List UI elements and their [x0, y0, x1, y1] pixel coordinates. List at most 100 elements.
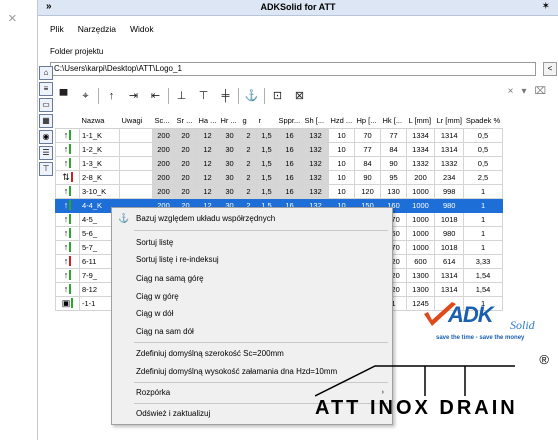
table-cell[interactable]: 2-8_K — [79, 169, 120, 185]
table-cell[interactable]: 1000 — [406, 183, 435, 199]
table-cell[interactable]: 20 — [174, 141, 197, 157]
column-header[interactable]: Hk [... — [380, 114, 407, 129]
table-cell[interactable]: 0,5 — [463, 141, 503, 157]
table-cell[interactable]: 1314 — [433, 127, 465, 143]
database-icon[interactable]: ≡ — [39, 82, 53, 96]
table-cell[interactable]: 0,5 — [463, 127, 503, 143]
table-cell[interactable]: 90 — [380, 155, 407, 171]
ctx-item-coord-system[interactable]: Bazuj względem układu współrzędnych — [136, 214, 275, 223]
column-header[interactable]: Spadek % — [463, 114, 503, 129]
table-cell[interactable]: 1332 — [433, 155, 465, 171]
table-row[interactable]: ↑ 1-2_K 200 20 12 30 2 1,5 16 132 10 77 84 1334 1314 0,… — [55, 141, 503, 157]
table-cell[interactable] — [119, 155, 153, 171]
table-cell[interactable]: 16 — [276, 127, 303, 143]
structure-icon[interactable]: ⊤ — [39, 162, 53, 176]
table-cell[interactable]: 1300 — [406, 281, 435, 297]
clear-icon[interactable]: × — [508, 86, 514, 97]
table-cell[interactable]: 1018 — [433, 211, 465, 227]
table-cell[interactable]: 20 — [174, 127, 197, 143]
table-cell[interactable]: 30 — [218, 183, 241, 199]
table-cell[interactable]: 1000 — [406, 225, 435, 241]
grid-icon[interactable]: ▦ — [39, 114, 53, 128]
table-cell[interactable]: 1334 — [406, 141, 435, 157]
table-cell[interactable]: 120 — [354, 183, 381, 199]
table-cell[interactable]: 1000 — [406, 211, 435, 227]
table-cell[interactable]: 30 — [218, 155, 241, 171]
table-cell[interactable]: 132 — [302, 169, 329, 185]
ctx-item-default-width[interactable]: Zdefiniuj domyślną szerokość Sc=200mm — [136, 349, 284, 358]
table-cell[interactable]: 84 — [354, 155, 381, 171]
table-cell[interactable]: 200 — [406, 169, 435, 185]
table-cell[interactable]: 1-1_K — [79, 127, 120, 143]
table-cell[interactable]: 2 — [240, 169, 257, 185]
table-cell[interactable]: 20 — [174, 183, 197, 199]
split-icon[interactable]: ╪ — [216, 87, 235, 106]
table-cell[interactable]: 16 — [276, 141, 303, 157]
table-cell[interactable]: 10 — [328, 155, 355, 171]
table-cell[interactable]: 12 — [196, 169, 219, 185]
table-row[interactable]: ⇅ 2-8_K 200 20 12 30 2 1,5 16 132 10 90 95 200 234 2,5 — [55, 169, 503, 185]
table-cell[interactable]: 132 — [302, 183, 329, 199]
column-header[interactable]: r — [256, 114, 277, 129]
table-cell[interactable]: 12 — [196, 155, 219, 171]
table-cell[interactable]: 2 — [240, 155, 257, 171]
table-cell[interactable]: 1 — [463, 183, 503, 199]
table-row[interactable]: ↑ 1-3_K 200 20 12 30 2 1,5 16 132 10 84 90 1332 1332 0,… — [55, 155, 503, 171]
column-header[interactable]: Hp [... — [354, 114, 381, 129]
folder-path-input[interactable]: C:\Users\karpi\Desktop\ATT\Logo_1 — [50, 62, 536, 76]
table-cell[interactable]: 2 — [240, 141, 257, 157]
column-header[interactable]: g — [240, 114, 257, 129]
table-cell[interactable]: 132 — [302, 127, 329, 143]
table-cell[interactable]: 1,5 — [256, 169, 277, 185]
move-down-icon[interactable]: ⊥ — [172, 87, 191, 106]
list-icon[interactable]: ☰ — [39, 146, 53, 160]
table-cell[interactable]: 1332 — [406, 155, 435, 171]
table-cell[interactable]: 614 — [433, 253, 465, 269]
table-cell[interactable]: 1018 — [433, 239, 465, 255]
table-cell[interactable]: 16 — [276, 169, 303, 185]
table-cell[interactable]: 84 — [380, 141, 407, 157]
ctx-item-sort[interactable]: Sortuj listę — [136, 238, 173, 247]
column-header[interactable]: Lr [mm] — [434, 114, 464, 129]
column-header[interactable]: Uwagi — [119, 114, 153, 129]
ctx-item-default-height[interactable]: Zdefiniuj domyślną wysokość załamania dn… — [136, 367, 337, 376]
table-cell[interactable]: 234 — [433, 169, 465, 185]
table-cell[interactable]: 980 — [433, 225, 465, 241]
ctx-item-rozporka[interactable]: Rozpórka — [136, 388, 170, 397]
truck-icon[interactable]: ▀ — [54, 87, 73, 106]
table-cell[interactable]: 998 — [433, 183, 465, 199]
add-up-icon[interactable]: ↑ — [102, 87, 121, 106]
table-cell[interactable]: 200 — [152, 155, 175, 171]
table-cell[interactable] — [119, 169, 153, 185]
menu-widok[interactable]: Widok — [130, 24, 154, 34]
table-cell[interactable]: 200 — [152, 141, 175, 157]
table-cell[interactable]: 1300 — [406, 267, 435, 283]
table-cell[interactable]: 1,5 — [256, 183, 277, 199]
column-header[interactable]: Sr ... — [174, 114, 197, 129]
table-row[interactable]: ↑ 3-10_K 200 20 12 30 2 1,5 16 132 10 120 130 1000 998… — [55, 183, 503, 199]
table-cell[interactable]: 10 — [328, 141, 355, 157]
table-cell[interactable]: 3,33 — [463, 253, 503, 269]
ctx-item-down[interactable]: Ciąg w dół — [136, 309, 173, 318]
table-cell[interactable]: 1000 — [406, 197, 435, 213]
table-cell[interactable]: 10 — [328, 169, 355, 185]
home-icon[interactable]: ⌂ — [39, 66, 53, 80]
anchor-icon[interactable]: ⚓ — [242, 87, 261, 106]
table-cell[interactable]: 12 — [196, 141, 219, 157]
table-cell[interactable]: 1,54 — [463, 281, 503, 297]
table-cell[interactable]: 132 — [302, 141, 329, 157]
column-header[interactable]: L [mm] — [406, 114, 435, 129]
table-cell[interactable]: 1-2_K — [79, 141, 120, 157]
table-cell[interactable]: 1 — [463, 197, 503, 213]
table-cell[interactable]: 1,5 — [256, 127, 277, 143]
table-cell[interactable]: 30 — [218, 127, 241, 143]
table-cell[interactable]: 10 — [328, 183, 355, 199]
table-cell[interactable]: 1,5 — [256, 141, 277, 157]
table-cell[interactable]: 10 — [328, 127, 355, 143]
broom-icon[interactable]: ⌧ — [534, 86, 546, 97]
table-cell[interactable]: 90 — [354, 169, 381, 185]
table-cell[interactable]: 2,5 — [463, 169, 503, 185]
menu-narzedzia[interactable]: Narzędzia — [78, 24, 116, 34]
table-cell[interactable] — [119, 183, 153, 199]
column-header[interactable]: Nazwa — [79, 114, 120, 129]
